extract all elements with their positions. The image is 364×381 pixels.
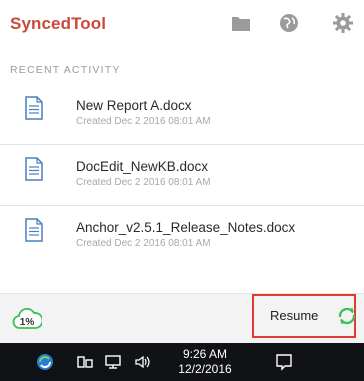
globe-icon[interactable] bbox=[278, 12, 300, 34]
document-icon bbox=[25, 218, 43, 242]
synced-tool-tray-icon[interactable] bbox=[36, 353, 54, 371]
file-created-date: Created Dec 2 2016 08:01 AM bbox=[76, 177, 211, 188]
gear-icon[interactable] bbox=[332, 12, 354, 34]
list-item[interactable]: DocEdit_NewKB.docx Created Dec 2 2016 08… bbox=[0, 145, 364, 206]
file-created-date: Created Dec 2 2016 08:01 AM bbox=[76, 116, 211, 127]
file-name: New Report A.docx bbox=[76, 98, 192, 113]
clock-date: 12/2/2016 bbox=[178, 362, 232, 376]
app-window: SyncedTool RECENT ACTIVITY New Report A.… bbox=[0, 0, 364, 381]
taskbar-clock[interactable]: 9:26 AM 12/2/2016 bbox=[175, 347, 235, 377]
section-label-recent-activity: RECENT ACTIVITY bbox=[10, 64, 121, 76]
recent-activity-list: New Report A.docx Created Dec 2 2016 08:… bbox=[0, 84, 364, 266]
app-title: SyncedTool bbox=[10, 14, 107, 33]
notification-icon[interactable] bbox=[274, 352, 294, 372]
document-icon bbox=[25, 157, 43, 181]
header: SyncedTool bbox=[0, 0, 364, 50]
resume-button[interactable]: Resume bbox=[252, 294, 356, 338]
resume-label: Resume bbox=[270, 308, 319, 323]
storage-usage-percent: 1% bbox=[19, 317, 35, 328]
file-created-date: Created Dec 2 2016 08:01 AM bbox=[76, 238, 211, 249]
windows-taskbar: 9:26 AM 12/2/2016 bbox=[0, 343, 364, 381]
folder-icon[interactable] bbox=[230, 12, 252, 34]
network-icon[interactable] bbox=[76, 353, 94, 371]
clock-time: 9:26 AM bbox=[182, 347, 228, 361]
list-item[interactable]: New Report A.docx Created Dec 2 2016 08:… bbox=[0, 84, 364, 145]
file-name: Anchor_v2.5.1_Release_Notes.docx bbox=[76, 220, 296, 235]
storage-usage-indicator[interactable]: 1% bbox=[12, 304, 44, 334]
file-name: DocEdit_NewKB.docx bbox=[76, 159, 209, 174]
document-icon bbox=[25, 96, 43, 120]
footer-bar: 1% Resume bbox=[0, 293, 364, 344]
sync-icon bbox=[338, 307, 356, 325]
monitor-icon[interactable] bbox=[104, 353, 122, 371]
volume-icon[interactable] bbox=[134, 353, 152, 371]
list-item[interactable]: Anchor_v2.5.1_Release_Notes.docx Created… bbox=[0, 206, 364, 266]
